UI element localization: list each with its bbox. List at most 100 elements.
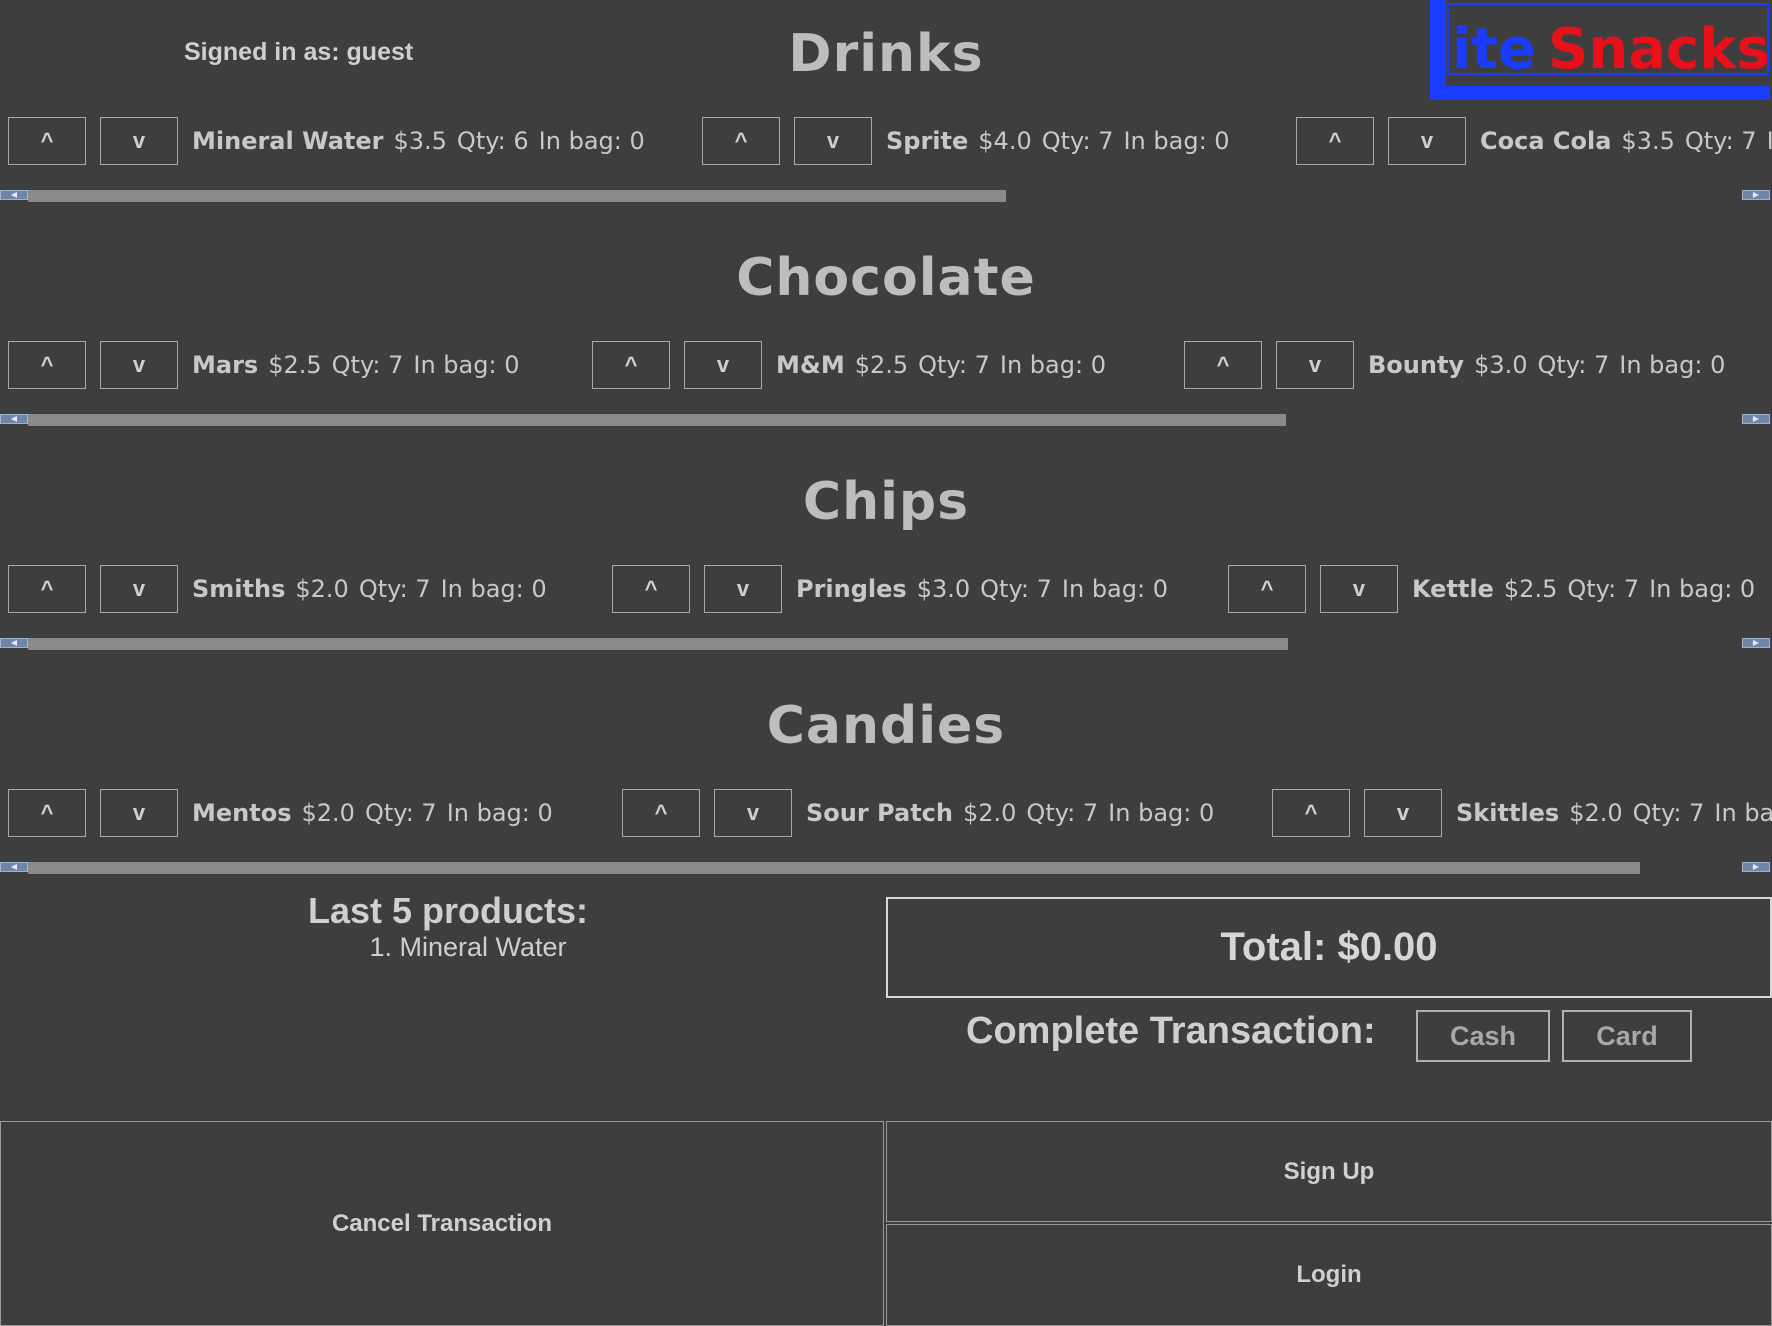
product-price: $2.5: [1503, 575, 1558, 603]
sign-up-button[interactable]: Sign Up: [886, 1121, 1772, 1222]
product-info: Mentos $2.0 Qty: 7 In bag: 0: [192, 791, 563, 835]
category-title-candies: Candies: [766, 696, 1006, 756]
product-row-drinks: ^ v Mineral Water $3.5 Qty: 6 In bag: 0 ^ v…: [0, 117, 1772, 171]
decrease-button[interactable]: v: [684, 341, 762, 389]
scroll-left-icon[interactable]: ◀: [0, 862, 28, 872]
decrease-button[interactable]: v: [1364, 789, 1442, 837]
product-info: Smiths $2.0 Qty: 7 In bag: 0: [192, 567, 557, 611]
product-bag: In bag: 0: [440, 575, 547, 603]
increase-button[interactable]: ^: [1228, 565, 1306, 613]
total-display: Total: $0.00: [886, 897, 1772, 998]
decrease-button[interactable]: v: [1276, 341, 1354, 389]
product-qty: Qty: 7: [331, 351, 404, 379]
product-price: $2.0: [962, 799, 1017, 827]
scroll-right-icon[interactable]: ▶: [1742, 638, 1770, 648]
product-name: Sour Patch: [806, 799, 953, 827]
product-info: Mars $2.5 Qty: 7 In bag: 0: [192, 343, 529, 387]
product-info: Sour Patch $2.0 Qty: 7 In bag: 0: [806, 791, 1224, 835]
horizontal-scrollbar[interactable]: ◀ ▶: [0, 636, 1772, 650]
product-qty: Qty: 7: [358, 575, 431, 603]
decrease-button[interactable]: v: [794, 117, 872, 165]
increase-button[interactable]: ^: [622, 789, 700, 837]
last-products-item: 1. Mineral Water: [369, 932, 567, 962]
product-qty: Qty: 7: [1041, 127, 1114, 155]
cancel-transaction-button[interactable]: Cancel Transaction: [0, 1121, 884, 1326]
product-row-candies: ^ v Mentos $2.0 Qty: 7 In bag: 0 ^ v Sour P…: [0, 789, 1772, 843]
product-qty: Qty: 7: [980, 575, 1052, 603]
product-qty: Qty: 7: [1632, 799, 1705, 827]
increase-button[interactable]: ^: [702, 117, 780, 165]
product-bag: In bag: 0: [538, 127, 645, 155]
product-name: Mentos: [192, 799, 292, 827]
product-name: Mars: [192, 351, 259, 379]
scroll-left-icon[interactable]: ◀: [0, 190, 28, 200]
product-bag: In bag: 0: [1108, 799, 1215, 827]
product-name: Bounty: [1368, 351, 1465, 379]
product-qty: Qty: 6: [456, 127, 529, 155]
product-name: M&M: [776, 351, 845, 379]
product-info: Sprite $4.0 Qty: 7 In bag: 0: [886, 119, 1240, 163]
decrease-button[interactable]: v: [100, 565, 178, 613]
decrease-button[interactable]: v: [1388, 117, 1466, 165]
increase-button[interactable]: ^: [8, 789, 86, 837]
product-price: $4.0: [978, 127, 1032, 155]
product-name: Skittles: [1456, 799, 1560, 827]
login-button[interactable]: Login: [886, 1224, 1772, 1326]
increase-button[interactable]: ^: [1184, 341, 1262, 389]
increase-button[interactable]: ^: [1272, 789, 1350, 837]
product-info: Mineral Water $3.5 Qty: 6 In bag: 0: [192, 119, 655, 163]
product-bag: In bag: 0: [1123, 127, 1230, 155]
product-qty: Qty: 7: [1684, 127, 1757, 155]
product-price: $3.5: [1621, 127, 1675, 155]
product-name: Sprite: [886, 127, 969, 155]
decrease-button[interactable]: v: [100, 341, 178, 389]
product-info: Coca Cola $3.5 Qty: 7 In: [1480, 119, 1772, 163]
category-title-drinks: Drinks: [788, 24, 984, 84]
decrease-button[interactable]: v: [100, 789, 178, 837]
scroll-thumb[interactable]: [28, 638, 1288, 650]
product-qty: Qty: 7: [1026, 799, 1099, 827]
product-bag: In bag: 0: [1649, 575, 1756, 603]
increase-button[interactable]: ^: [8, 565, 86, 613]
product-qty: Qty: 7: [1567, 575, 1640, 603]
increase-button[interactable]: ^: [8, 341, 86, 389]
product-price: $2.5: [854, 351, 909, 379]
scroll-thumb[interactable]: [28, 190, 1006, 202]
scroll-left-icon[interactable]: ◀: [0, 638, 28, 648]
increase-button[interactable]: ^: [592, 341, 670, 389]
product-bag: In: [1766, 127, 1772, 155]
scroll-thumb[interactable]: [28, 862, 1640, 874]
horizontal-scrollbar[interactable]: ◀ ▶: [0, 412, 1772, 426]
horizontal-scrollbar[interactable]: ◀ ▶: [0, 188, 1772, 202]
product-info: Bounty $3.0 Qty: 7 In bag: 0: [1368, 343, 1735, 387]
decrease-button[interactable]: v: [1320, 565, 1398, 613]
decrease-button[interactable]: v: [100, 117, 178, 165]
product-bag: In bag: 0: [446, 799, 553, 827]
product-qty: Qty: 7: [364, 799, 437, 827]
product-bag: In bag: 0: [1619, 351, 1726, 379]
decrease-button[interactable]: v: [704, 565, 782, 613]
product-name: Kettle: [1412, 575, 1494, 603]
product-info: Skittles $2.0 Qty: 7 In bag:: [1456, 791, 1772, 835]
scroll-right-icon[interactable]: ▶: [1742, 190, 1770, 200]
product-info: Pringles $3.0 Qty: 7 In bag: 0: [796, 567, 1178, 611]
horizontal-scrollbar[interactable]: ◀ ▶: [0, 860, 1772, 874]
decrease-button[interactable]: v: [714, 789, 792, 837]
card-button[interactable]: Card: [1562, 1010, 1692, 1062]
product-bag: In bag: 0: [413, 351, 520, 379]
scroll-thumb[interactable]: [28, 414, 1286, 426]
increase-button[interactable]: ^: [8, 117, 86, 165]
product-row-chocolate: ^ v Mars $2.5 Qty: 7 In bag: 0 ^ v M&M $2.5 Q…: [0, 341, 1772, 395]
product-info: M&M $2.5 Qty: 7 In bag: 0: [776, 343, 1116, 387]
increase-button[interactable]: ^: [1296, 117, 1374, 165]
scroll-right-icon[interactable]: ▶: [1742, 862, 1770, 872]
increase-button[interactable]: ^: [612, 565, 690, 613]
scroll-left-icon[interactable]: ◀: [0, 414, 28, 424]
product-bag: In bag:: [1714, 799, 1772, 827]
product-bag: In bag: 0: [1061, 575, 1168, 603]
product-name: Coca Cola: [1480, 127, 1612, 155]
category-title-chips: Chips: [802, 472, 970, 532]
scroll-right-icon[interactable]: ▶: [1742, 414, 1770, 424]
product-bag: In bag: 0: [999, 351, 1106, 379]
cash-button[interactable]: Cash: [1416, 1010, 1550, 1062]
